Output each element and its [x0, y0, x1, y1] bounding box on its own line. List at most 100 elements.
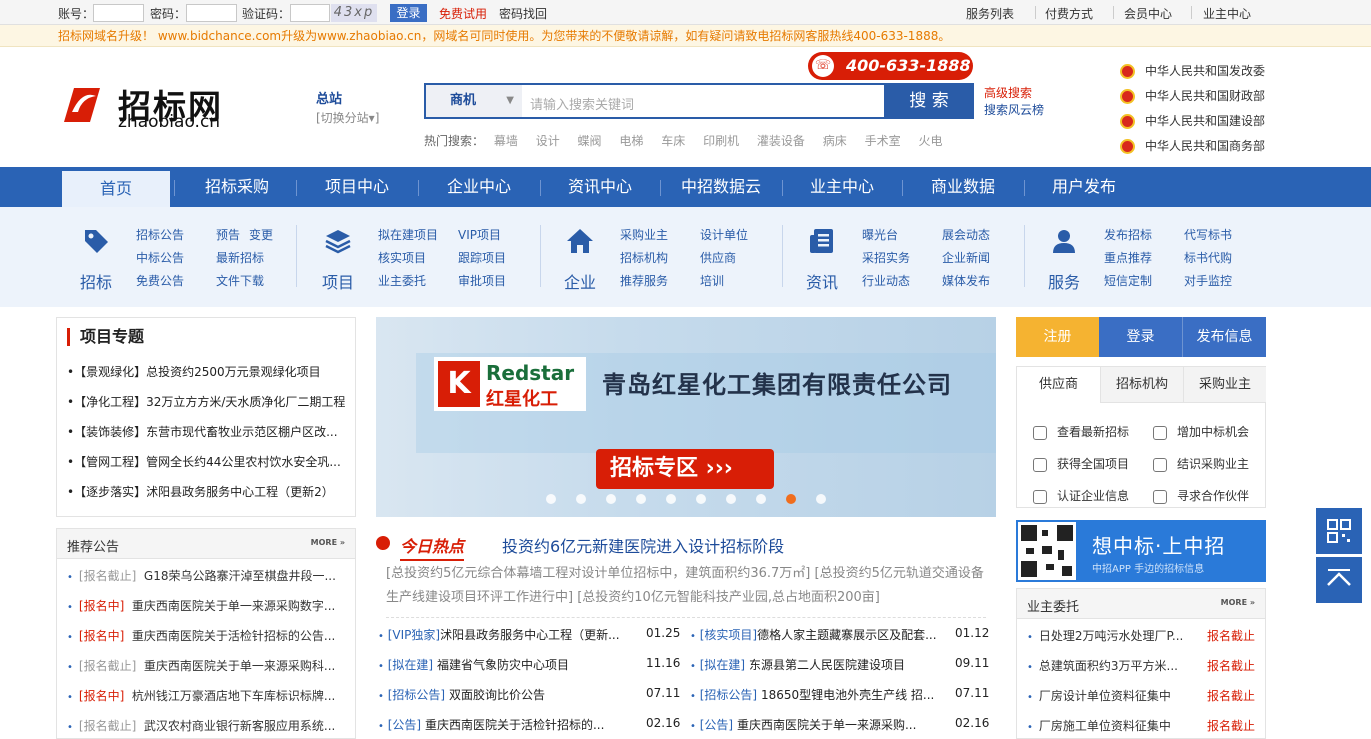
- option-national-projects[interactable]: 获得全国项目: [1033, 455, 1129, 472]
- subnav-link[interactable]: 发布招标: [1104, 226, 1152, 243]
- news-item[interactable]: • [公告] 重庆西南医院关于活检针招标的...: [378, 716, 604, 733]
- list-item[interactable]: • [报名中] 重庆西南医院关于活检针招标的公告...: [67, 627, 335, 644]
- subnav-link[interactable]: 行业动态: [862, 272, 910, 289]
- project-topic-item[interactable]: •【净化工程】32万立方方米/天水质净化厂二期工程: [67, 393, 345, 410]
- nav-news[interactable]: 资讯中心: [544, 167, 656, 207]
- gov-link-mofcom[interactable]: 中华人民共和国商务部: [1120, 137, 1265, 154]
- option-certify[interactable]: 认证企业信息: [1033, 487, 1129, 504]
- list-item[interactable]: • [报名中] 重庆西南医院关于单一来源采购数字...: [67, 597, 335, 614]
- subnav-link[interactable]: 代写标书: [1184, 226, 1232, 243]
- nav-user-publish[interactable]: 用户发布: [1028, 167, 1140, 207]
- subnav-caption[interactable]: 项目: [322, 269, 354, 293]
- subnav-link[interactable]: 采购业主: [620, 226, 668, 243]
- carousel-dot-active[interactable]: [786, 494, 796, 504]
- subnav-link[interactable]: 采招实务: [862, 249, 910, 266]
- carousel-dot[interactable]: [606, 494, 616, 504]
- subnav-link[interactable]: 推荐服务: [620, 272, 668, 289]
- password-input[interactable]: [186, 4, 237, 22]
- account-input[interactable]: [93, 4, 144, 22]
- carousel-dot[interactable]: [666, 494, 676, 504]
- payment-link[interactable]: 付费方式: [1045, 5, 1093, 22]
- news-item[interactable]: • [拟在建] 福建省气象防灾中心项目: [378, 656, 569, 673]
- nav-projects[interactable]: 项目中心: [300, 167, 414, 207]
- hot-term[interactable]: 火电: [918, 134, 942, 148]
- tab-purchaser[interactable]: 采购业主: [1183, 367, 1266, 403]
- option-meet-owners[interactable]: 结识采购业主: [1153, 455, 1249, 472]
- subnav-link[interactable]: 招标机构: [620, 249, 668, 266]
- qr-float-button[interactable]: [1316, 508, 1362, 554]
- hot-term[interactable]: 病床: [823, 134, 847, 148]
- carousel-dot[interactable]: [696, 494, 706, 504]
- subnav-link[interactable]: 业主委托: [378, 272, 426, 289]
- subnav-link[interactable]: 曝光台: [862, 226, 898, 243]
- option-find-partner[interactable]: 寻求合作伙伴: [1153, 487, 1249, 504]
- publish-info-button[interactable]: 发布信息: [1182, 317, 1266, 357]
- list-item[interactable]: • [报名截止] 重庆西南医院关于单一来源采购科...: [67, 657, 335, 674]
- bidding-zone-button[interactable]: 招标专区 ›››: [596, 449, 774, 489]
- forgot-password-link[interactable]: 密码找回: [499, 5, 547, 22]
- tab-supplier[interactable]: 供应商: [1017, 367, 1100, 403]
- list-item[interactable]: • 日处理2万吨污水处理厂P...: [1027, 627, 1183, 644]
- carousel-dot[interactable]: [726, 494, 736, 504]
- list-item[interactable]: • [报名中] 杭州钱江万豪酒店地下车库标识标牌...: [67, 687, 335, 704]
- subnav-link[interactable]: 变更: [249, 226, 273, 243]
- owner-center-link[interactable]: 业主中心: [1203, 5, 1251, 22]
- logo-icon[interactable]: [60, 82, 104, 126]
- top-login-button[interactable]: 登录: [390, 4, 427, 22]
- tab-bidding-agency[interactable]: 招标机构: [1100, 367, 1183, 403]
- news-item[interactable]: • [拟在建] 东源县第二人民医院建设项目: [690, 656, 905, 673]
- news-item[interactable]: • [公告] 重庆西南医院关于单一来源采购...: [690, 716, 916, 733]
- member-center-link[interactable]: 会员中心: [1124, 5, 1172, 22]
- captcha-input[interactable]: [290, 4, 330, 22]
- list-item[interactable]: • 厂房施工单位资料征集中: [1027, 717, 1171, 734]
- carousel-dot[interactable]: [756, 494, 766, 504]
- carousel-dot[interactable]: [576, 494, 586, 504]
- subnav-link[interactable]: 拟在建项目: [378, 226, 438, 243]
- search-input[interactable]: 请输入搜索关键词: [530, 94, 634, 113]
- search-button[interactable]: 搜 索: [884, 83, 974, 119]
- hot-term[interactable]: 设计: [536, 134, 560, 148]
- subnav-link[interactable]: 审批项目: [458, 272, 506, 289]
- news-item[interactable]: • [招标公告] 18650型锂电池外壳生产线 招...: [690, 686, 934, 703]
- nav-owner[interactable]: 业主中心: [786, 167, 898, 207]
- hot-term[interactable]: 蝶阀: [578, 134, 602, 148]
- register-button[interactable]: 注册: [1016, 317, 1099, 357]
- subnav-link[interactable]: 核实项目: [378, 249, 426, 266]
- option-view-latest[interactable]: 查看最新招标: [1033, 423, 1129, 440]
- app-promo[interactable]: 想中标·上中招 中招APP 手边的招标信息: [1016, 520, 1266, 582]
- service-list-link[interactable]: 服务列表: [966, 5, 1014, 22]
- hot-term[interactable]: 电梯: [619, 134, 643, 148]
- list-item[interactable]: • 厂房设计单位资料征集中: [1027, 687, 1171, 704]
- hot-term[interactable]: 幕墙: [494, 134, 518, 148]
- free-trial-link[interactable]: 免费试用: [439, 5, 487, 22]
- subnav-caption[interactable]: 服务: [1048, 269, 1080, 293]
- subnav-link[interactable]: 免费公告: [136, 272, 184, 289]
- subnav-link[interactable]: 跟踪项目: [458, 249, 506, 266]
- subnav-link[interactable]: 预告: [216, 226, 240, 243]
- project-topic-item[interactable]: •【管网工程】管网全长约44公里农村饮水安全巩...: [67, 453, 341, 470]
- hot-term[interactable]: 灌装设备: [757, 134, 805, 148]
- gov-link-moc[interactable]: 中华人民共和国建设部: [1120, 112, 1265, 129]
- subnav-link[interactable]: 对手监控: [1184, 272, 1232, 289]
- hot-term[interactable]: 手术室: [865, 134, 901, 148]
- hot-today-summary[interactable]: [总投资约5亿元综合体幕墙工程对设计单位招标中，建筑面积约36.7万㎡] [总投…: [386, 562, 986, 610]
- subnav-caption[interactable]: 资讯: [806, 269, 838, 293]
- search-rank-link[interactable]: 搜索风云榜: [984, 101, 1044, 118]
- more-link[interactable]: MORE »: [311, 538, 345, 547]
- subnav-link[interactable]: 供应商: [700, 249, 736, 266]
- nav-data-cloud[interactable]: 中招数据云: [664, 167, 778, 207]
- subnav-link[interactable]: 文件下载: [216, 272, 264, 289]
- subnav-link[interactable]: 设计单位: [700, 226, 748, 243]
- news-item[interactable]: • [VIP独家]沭阳县政务服务中心工程（更新...: [378, 626, 620, 643]
- captcha-image[interactable]: 43xp: [331, 4, 377, 22]
- subnav-link[interactable]: 标书代购: [1184, 249, 1232, 266]
- hot-today-headline[interactable]: 投资约6亿元新建医院进入设计招标阶段: [502, 533, 784, 557]
- option-increase-chance[interactable]: 增加中标机会: [1153, 423, 1249, 440]
- search-type-select[interactable]: 商机 ▼: [426, 85, 522, 117]
- subnav-link[interactable]: VIP项目: [458, 226, 501, 243]
- nav-home[interactable]: 首页: [62, 171, 170, 207]
- subnav-link[interactable]: 中标公告: [136, 249, 184, 266]
- list-item[interactable]: • [报名截止] G18荣乌公路寨汗淖至棋盘井段一...: [67, 567, 336, 584]
- list-item[interactable]: • [报名截止] 武汉农村商业银行新客服应用系统...: [67, 717, 335, 734]
- hot-term[interactable]: 车床: [661, 134, 685, 148]
